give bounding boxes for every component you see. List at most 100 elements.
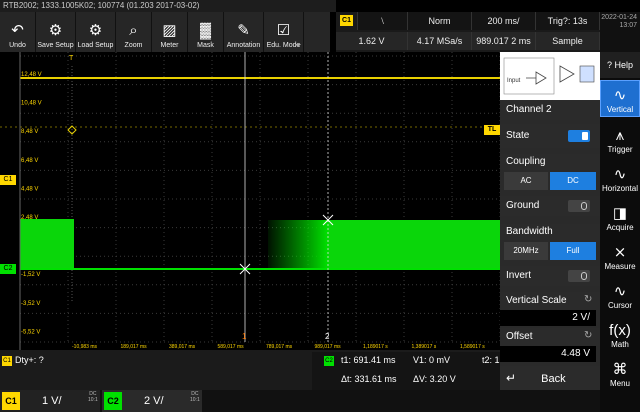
edu-mode-icon: ☑ — [276, 22, 291, 39]
trigger-slope[interactable]: ⧵ — [358, 12, 408, 30]
ch1-offset-marker[interactable]: C1 — [0, 175, 16, 185]
load-setup-button[interactable]: ⚙ Load Setup — [76, 12, 116, 52]
vertical-icon: ∿ — [613, 87, 627, 104]
nav-math[interactable]: f(x) Math — [600, 314, 640, 351]
trigger-time-marker[interactable]: T — [69, 55, 73, 62]
nav-trigger[interactable]: ⩚ Trigger — [600, 119, 640, 156]
gear-load-icon: ⚙ — [88, 22, 103, 39]
cursor-delta-t: Δt: 331.61 ms — [341, 374, 397, 384]
mask-button[interactable]: ▓ Mask — [188, 12, 224, 52]
y-axis-label: 10,48 V — [21, 101, 42, 107]
undo-icon: ↶ — [11, 22, 24, 39]
zoom-button[interactable]: ⌕ Zoom — [116, 12, 152, 52]
vertical-scale-value[interactable]: 2 V/ — [500, 310, 596, 326]
offset-reset-icon[interactable]: ↻ — [584, 330, 592, 341]
nav-label: Trigger — [607, 145, 633, 154]
signal-path-icon: Input — [503, 57, 595, 95]
nav-vertical[interactable]: ∿ Vertical — [600, 80, 640, 117]
nav-measure[interactable]: ⨯ Measure — [600, 236, 640, 273]
annotation-button[interactable]: ✎ Annotation — [224, 12, 264, 52]
load-setup-label: Load Setup — [77, 42, 114, 49]
bandwidth-20mhz-button[interactable]: 20MHz — [504, 242, 548, 260]
coupling-label: Coupling — [500, 154, 600, 170]
invert-label: Invert — [506, 270, 532, 281]
edu-mode-button[interactable]: ☑ Edu. Mode — [264, 12, 304, 52]
horizontal-icon: ∿ — [613, 166, 627, 183]
cursor-source-badge: C2 — [324, 356, 334, 366]
horizontal-position[interactable]: 989.017 2 ms — [472, 32, 536, 50]
measurement-source-badge: C1 — [2, 356, 12, 366]
sample-rate: 4.17 MSa/s — [408, 32, 472, 50]
trigger-level-marker[interactable]: TL — [484, 125, 500, 135]
y-axis-label: 6,48 V — [21, 158, 38, 164]
cursor-2-marker[interactable]: 2 — [325, 332, 329, 341]
trigger-mode[interactable]: Norm — [408, 12, 472, 30]
mask-icon: ▓ — [200, 22, 211, 39]
nav-label: Horizontal — [601, 184, 638, 193]
nav-label: Acquire — [606, 223, 634, 232]
coupling-dc-button[interactable]: DC — [550, 172, 596, 190]
nav-horizontal[interactable]: ∿ Horizontal — [600, 158, 640, 195]
invert-toggle[interactable] — [568, 270, 590, 282]
waveform-grid: 12,48 V10,48 V8,48 V6,48 V4,48 V2,48 V0,… — [0, 52, 500, 350]
ch2-offset-marker[interactable]: C2 — [0, 264, 16, 274]
help-icon: ? — [606, 60, 612, 70]
y-axis-label: 4,48 V — [21, 186, 38, 192]
ch1-badge: C1 — [2, 392, 20, 410]
undo-button[interactable]: ↶ Undo — [0, 12, 36, 52]
help-button[interactable]: ? Help — [600, 52, 640, 78]
save-setup-button[interactable]: ⚙ Save Setup — [36, 12, 76, 52]
y-axis-label: -3,52 V — [21, 301, 40, 307]
bandwidth-full-button[interactable]: Full — [550, 242, 596, 260]
ch2-probe-ratio: 10:1 — [190, 397, 200, 403]
measurement-dty[interactable]: Dty+: ? — [15, 355, 44, 365]
ch1-scale: 1 V/ — [42, 395, 62, 407]
acquire-icon: ◨ — [612, 205, 628, 222]
offset-value[interactable]: 4.48 V — [500, 346, 596, 362]
nav-label: Math — [611, 340, 629, 349]
ch2-burst-left — [20, 219, 74, 269]
ch2-burst-right — [328, 220, 500, 268]
panel-title: Channel 2 — [500, 100, 600, 120]
acquisition-mode[interactable]: Sample — [536, 32, 600, 50]
ch2-badge: C2 — [104, 392, 122, 410]
cursor-t1: t1: 691.41 ms — [341, 355, 396, 365]
back-arrow-icon: ↵ — [506, 371, 517, 385]
cursor-delta-v: ΔV: 3.20 V — [413, 374, 456, 384]
datetime: 2022-01-24 13:07 — [600, 12, 640, 52]
waveform-display[interactable]: 12,48 V10,48 V8,48 V6,48 V4,48 V2,48 V0,… — [0, 52, 500, 350]
meter-icon: ▨ — [162, 22, 177, 39]
undo-label: Undo — [9, 42, 26, 49]
nav-label: Vertical — [606, 105, 634, 114]
window-title: RTB2002; 1333.1005K02; 100774 (01.203 20… — [0, 0, 336, 12]
nav-cursor[interactable]: ∿ Cursor — [600, 275, 640, 312]
annotation-icon: ✎ — [237, 22, 250, 39]
menu-icon: ⌘ — [612, 361, 628, 378]
y-axis-label: -5,52 V — [21, 329, 40, 335]
trigger-level[interactable]: 1.62 V — [336, 32, 408, 50]
ground-toggle[interactable] — [568, 200, 590, 212]
nav-menu[interactable]: ⌘ Menu — [600, 353, 640, 390]
vertical-scale-reset-icon[interactable]: ↻ — [584, 294, 592, 305]
nav-label: Cursor — [607, 301, 632, 310]
back-button[interactable]: ↵ Back — [500, 366, 600, 390]
trigger-info-bar: ⧵ Norm 200 ms/ Trig?: 13s 1.62 V 4.17 MS… — [336, 12, 600, 52]
cursor-1-marker[interactable]: 1 — [242, 332, 246, 341]
meter-button[interactable]: ▨ Meter — [152, 12, 188, 52]
ch2-burst-fade — [268, 220, 328, 268]
timebase-value[interactable]: 200 ms/ — [472, 12, 536, 30]
ch2-coupling: DC 10:1 — [190, 391, 200, 403]
math-icon: f(x) — [609, 322, 631, 339]
back-label: Back — [541, 373, 566, 385]
edu-mode-label: Edu. Mode — [266, 42, 301, 49]
y-axis-label: -1,52 V — [21, 272, 40, 278]
trigger-status: Trig?: 13s — [536, 12, 600, 30]
trigger-icon: ⩚ — [615, 127, 625, 144]
nav-acquire[interactable]: ◨ Acquire — [600, 197, 640, 234]
ch1-probe-ratio: 10:1 — [88, 397, 98, 403]
state-label: State — [506, 130, 530, 141]
gear-save-icon: ⚙ — [48, 22, 63, 39]
y-axis-label: 8,48 V — [21, 129, 38, 135]
coupling-ac-button[interactable]: AC — [504, 172, 548, 190]
state-toggle[interactable] — [568, 130, 590, 142]
